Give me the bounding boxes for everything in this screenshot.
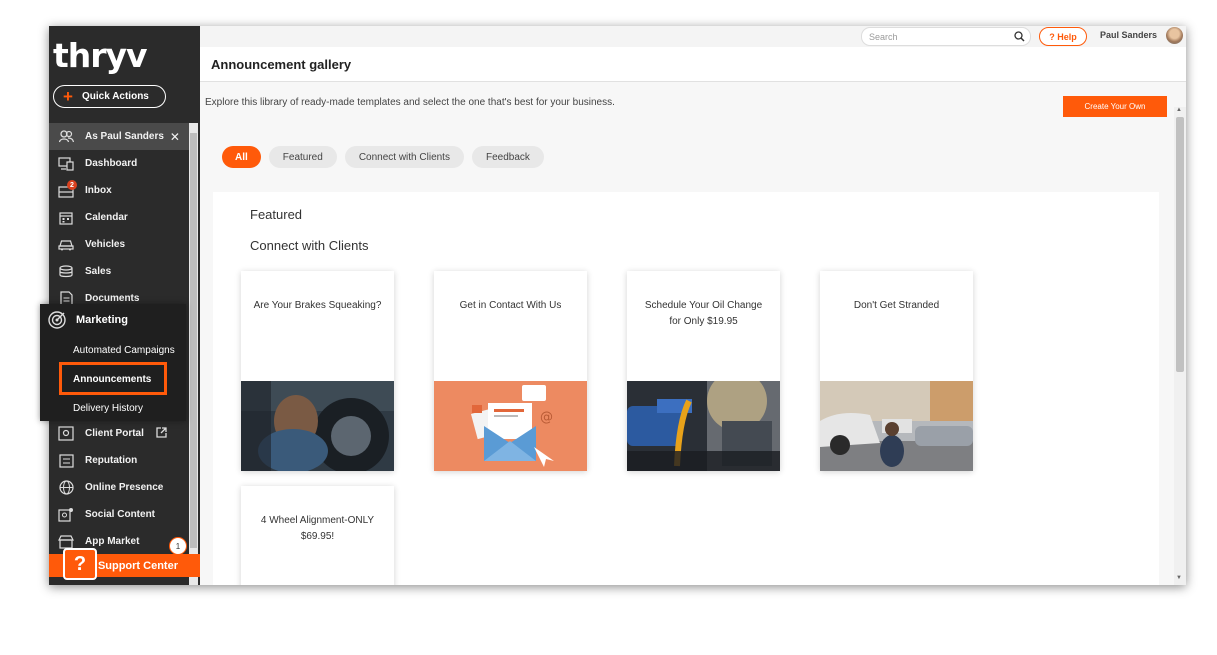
main-scrollbar[interactable] [1174, 107, 1186, 585]
calendar-icon [57, 210, 75, 226]
sidebar-item-dashboard[interactable]: Dashboard [49, 150, 190, 177]
template-card-stranded[interactable]: Don't Get Stranded [820, 271, 973, 471]
template-card-contact[interactable]: Get in Contact With Us @ [434, 271, 587, 471]
oil-pour-image [627, 381, 780, 471]
main-scroll-thumb[interactable] [1176, 117, 1184, 372]
users-icon [57, 129, 75, 145]
top-bar: Search ? Help Paul Sanders [200, 26, 1186, 47]
sidebar-item-social-content[interactable]: Social Content [49, 501, 190, 528]
dashboard-icon [57, 156, 75, 172]
svg-text:@: @ [540, 410, 553, 425]
sidebar-scroll-thumb[interactable] [190, 133, 197, 548]
inbox-badge: 2 [67, 180, 77, 190]
sales-icon [57, 264, 75, 280]
page-description: Explore this library of ready-made templ… [205, 97, 615, 108]
help-icon: ? [1049, 31, 1058, 42]
filter-featured[interactable]: Featured [268, 146, 337, 168]
sidebar-item-marketing[interactable]: Marketing [40, 304, 186, 336]
notification-badge[interactable]: 1 [169, 537, 187, 555]
social-content-icon [57, 507, 75, 523]
filter-connect-with-clients[interactable]: Connect with Clients [344, 146, 464, 168]
card-title: Don't Get Stranded [853, 300, 940, 311]
section-featured: Featured [250, 207, 303, 222]
quick-actions-button[interactable]: + Quick Actions [53, 85, 166, 108]
card-title: 4 Wheel Alignment-ONLY $69.95! [260, 515, 375, 542]
client-portal-icon [57, 426, 75, 442]
envelope-image: @ [434, 381, 587, 471]
template-card-brakes[interactable]: Are Your Brakes Squeaking? [241, 271, 394, 471]
sidebar-item-calendar[interactable]: Calendar [49, 204, 190, 231]
highlight-box [59, 362, 167, 395]
main-content: Announcement gallery Explore this librar… [200, 47, 1186, 585]
scroll-down-icon[interactable]: ▼ [1176, 575, 1182, 581]
menu-item-automated-campaigns[interactable]: Automated Campaigns [40, 336, 186, 365]
plus-icon: + [63, 86, 73, 106]
filter-feedback[interactable]: Feedback [471, 146, 544, 168]
card-title: Are Your Brakes Squeaking? [253, 300, 382, 311]
reputation-icon [57, 453, 75, 469]
scroll-up-icon[interactable]: ▲ [1176, 107, 1182, 113]
create-your-own-button[interactable]: Create Your Own [1063, 96, 1167, 117]
user-name[interactable]: Paul Sanders [1100, 30, 1157, 40]
template-card-oil-change[interactable]: Schedule Your Oil Change for Only $19.95 [627, 271, 780, 471]
avatar[interactable] [1166, 27, 1183, 44]
question-icon[interactable]: ? [63, 548, 97, 580]
gallery-panel: Featured Connect with Clients Are Your B… [213, 192, 1159, 585]
menu-item-delivery-history[interactable]: Delivery History [40, 394, 186, 423]
search-icon[interactable] [1014, 31, 1025, 44]
close-icon[interactable]: ✕ [170, 130, 180, 144]
thryv-logo[interactable]: thryv [53, 36, 148, 75]
globe-icon [57, 480, 75, 496]
external-link-icon [156, 426, 167, 441]
stranded-car-image [820, 381, 973, 471]
target-icon [47, 310, 67, 330]
sidebar-item-client-portal[interactable]: Client Portal [49, 420, 190, 447]
sidebar-item-inbox[interactable]: 2 Inbox [49, 177, 190, 204]
search-input[interactable]: Search [861, 27, 1031, 46]
sidebar-item-sales[interactable]: Sales [49, 258, 190, 285]
template-card-alignment[interactable]: 4 Wheel Alignment-ONLY $69.95! [241, 486, 394, 585]
mechanic-image [241, 381, 394, 471]
sidebar-item-reputation[interactable]: Reputation [49, 447, 190, 474]
title-bar: Announcement gallery [200, 47, 1186, 82]
filter-bar: All Featured Connect with Clients Feedba… [222, 146, 544, 168]
filter-all[interactable]: All [222, 146, 261, 168]
sidebar-scrollbar[interactable] [189, 123, 198, 585]
help-button[interactable]: ? Help [1039, 27, 1087, 46]
card-title: Schedule Your Oil Change for Only $19.95 [644, 300, 763, 327]
app-window: thryv + Quick Actions As Paul Sanders ✕ … [49, 26, 1186, 585]
vehicle-icon [57, 237, 75, 253]
page-title: Announcement gallery [211, 57, 352, 72]
sidebar-item-online-presence[interactable]: Online Presence [49, 474, 190, 501]
sidebar-item-vehicles[interactable]: Vehicles [49, 231, 190, 258]
section-connect-with-clients: Connect with Clients [250, 238, 369, 253]
card-title: Get in Contact With Us [459, 300, 562, 311]
sidebar-item-as-user[interactable]: As Paul Sanders ✕ [49, 123, 190, 150]
